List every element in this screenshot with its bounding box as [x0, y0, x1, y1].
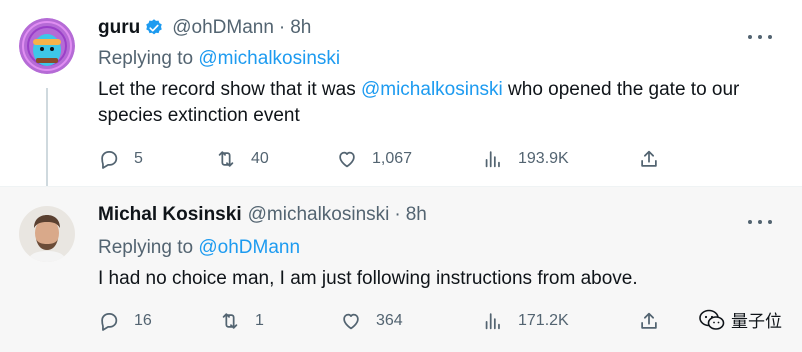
retweet-button[interactable]: 40 [215, 147, 269, 171]
avatar-guru[interactable] [19, 18, 75, 74]
more-icon[interactable] [748, 212, 772, 232]
action-bar: 16 1 364 171.2K [98, 309, 698, 333]
retweet-icon [218, 151, 234, 167]
tweet-header: Michal Kosinski @michalkosinski · 8h [98, 204, 427, 226]
tweet-guru[interactable]: guru @ohDMann · 8h Replying to @michalko… [0, 0, 802, 188]
replying-prefix: Replying to [98, 48, 199, 69]
reply-count: 16 [134, 312, 152, 329]
views-count: 171.2K [518, 312, 569, 329]
like-count: 364 [376, 312, 403, 329]
wechat-icon [699, 309, 725, 330]
timestamp[interactable]: 8h [406, 204, 427, 226]
display-name[interactable]: Michal Kosinski [98, 204, 242, 226]
replying-to: Replying to @ohDMann [98, 237, 300, 259]
reply-count: 5 [134, 150, 143, 167]
like-count: 1,067 [372, 150, 413, 167]
reply-icon [101, 150, 118, 169]
more-icon[interactable] [748, 27, 772, 47]
views-count: 193.9K [518, 150, 569, 167]
tweet-michal-kosinski[interactable]: Michal Kosinski @michalkosinski · 8h Rep… [0, 186, 802, 352]
tweet-text: Let the record show that it was @michalk… [98, 77, 788, 129]
retweet-count: 40 [251, 150, 269, 167]
user-handle[interactable]: @ohDMann [172, 17, 274, 39]
user-handle[interactable]: @michalkosinski [248, 204, 390, 226]
replying-to-link[interactable]: @michalkosinski [198, 48, 340, 69]
tweet-header: guru @ohDMann · 8h [98, 17, 311, 39]
views-button[interactable]: 171.2K [482, 309, 569, 333]
share-button[interactable] [638, 309, 660, 333]
reply-button[interactable]: 5 [98, 147, 143, 171]
thread-connector [46, 88, 48, 188]
watermark: 量子位 [699, 307, 782, 332]
retweet-icon [222, 313, 238, 329]
reply-button[interactable]: 16 [98, 309, 152, 333]
views-icon [485, 151, 500, 168]
like-button[interactable]: 1,067 [336, 147, 412, 171]
separator-dot: · [278, 17, 286, 38]
like-icon [343, 313, 359, 330]
reply-icon [101, 312, 118, 331]
action-bar: 5 40 1,067 193.9K [98, 147, 698, 171]
views-icon [485, 313, 500, 330]
verified-badge-icon [146, 19, 162, 35]
share-icon [641, 150, 657, 167]
share-button[interactable] [638, 147, 660, 171]
like-icon [339, 151, 355, 168]
avatar-michal-kosinski[interactable] [19, 206, 75, 262]
views-button[interactable]: 193.9K [482, 147, 569, 171]
separator-dot: · [394, 204, 401, 225]
tweet-text: I had no choice man, I am just following… [98, 268, 638, 289]
replying-prefix: Replying to [98, 237, 199, 258]
tweet-text-part: Let the record show that it was [98, 79, 361, 100]
share-icon [641, 312, 657, 329]
retweet-button[interactable]: 1 [219, 309, 264, 333]
replying-to: Replying to @michalkosinski [98, 48, 340, 70]
retweet-count: 1 [255, 312, 264, 329]
like-button[interactable]: 364 [340, 309, 403, 333]
watermark-label: 量子位 [731, 312, 782, 331]
timestamp[interactable]: 8h [290, 17, 311, 39]
mention-link[interactable]: @michalkosinski [361, 79, 503, 100]
replying-to-link[interactable]: @ohDMann [198, 237, 300, 258]
display-name[interactable]: guru [98, 17, 140, 39]
